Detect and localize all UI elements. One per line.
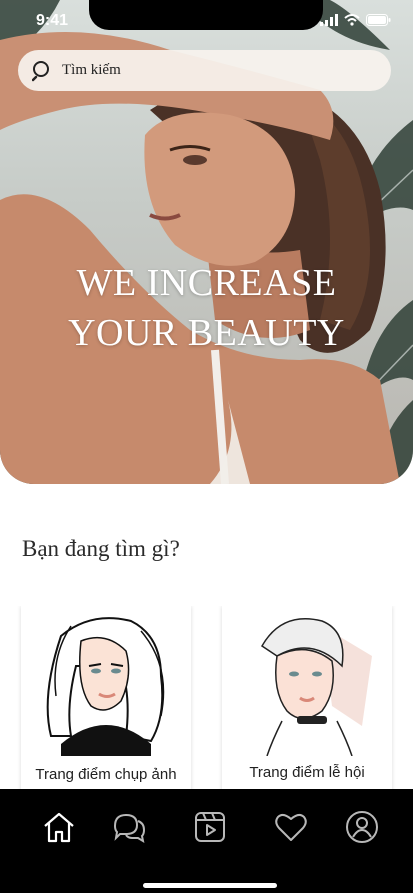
home-icon[interactable]: [42, 810, 76, 844]
signal-icon: [320, 14, 338, 26]
category-list: Trang điểm chụp ảnh Trang điểm lễ hội: [0, 606, 413, 796]
home-indicator: [143, 883, 277, 888]
profile-icon[interactable]: [345, 810, 379, 844]
hero-title: WE INCREASE YOUR BEAUTY: [0, 258, 413, 358]
status-time: 9:41: [36, 12, 69, 29]
tab-chat[interactable]: [109, 807, 149, 847]
search-icon[interactable]: [32, 60, 54, 82]
status-bar: 9:41: [0, 0, 413, 44]
category-label: Trang điểm lễ hội: [249, 764, 365, 781]
search-bar[interactable]: [18, 50, 391, 91]
status-indicators: [320, 14, 391, 26]
tab-favorites[interactable]: [271, 807, 311, 847]
category-card-photo-makeup[interactable]: Trang điểm chụp ảnh: [21, 606, 191, 796]
makeup-festival-illustration: [261, 618, 372, 756]
search-input[interactable]: [62, 62, 362, 79]
tab-home[interactable]: [39, 807, 79, 847]
hero-title-line1: WE INCREASE: [76, 262, 337, 304]
tab-profile[interactable]: [342, 807, 382, 847]
notch: [89, 0, 323, 30]
hero-title-line2: YOUR BEAUTY: [68, 312, 345, 354]
tab-video[interactable]: [190, 807, 230, 847]
heart-icon[interactable]: [274, 810, 308, 844]
video-icon[interactable]: [193, 810, 227, 844]
makeup-photo-illustration: [46, 617, 165, 756]
section-title: Bạn đang tìm gì?: [22, 536, 180, 561]
tab-bar: [0, 789, 413, 893]
chat-icon[interactable]: [111, 810, 147, 844]
hero-banner: 9:41 WE INCREASE YOU: [0, 0, 413, 484]
battery-icon: [366, 14, 391, 26]
category-card-festival-makeup[interactable]: Trang điểm lễ hội: [222, 606, 392, 796]
wifi-icon: [344, 14, 360, 26]
category-label: Trang điểm chụp ảnh: [35, 766, 177, 783]
